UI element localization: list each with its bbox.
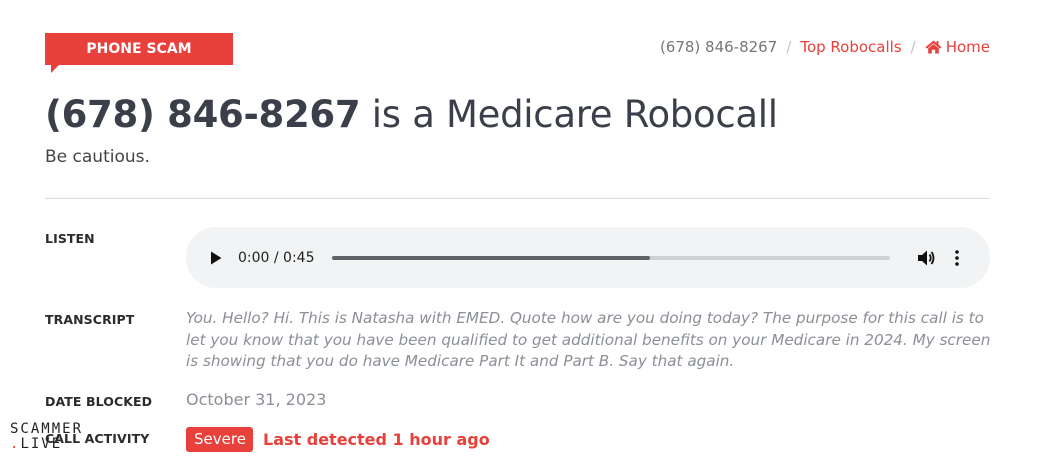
- listen-label: LISTEN: [45, 231, 95, 246]
- breadcrumb-home-label: Home: [945, 38, 990, 56]
- breadcrumb-top-robocalls-link[interactable]: Top Robocalls: [800, 38, 901, 56]
- page-title: (678) 846-8267 is a Medicare Robocall: [45, 93, 778, 136]
- page-title-rest: is a Medicare Robocall: [360, 93, 778, 136]
- audio-progress-fill: [331, 255, 650, 260]
- breadcrumb: (678) 846-8267 / Top Robocalls / Home: [660, 38, 990, 56]
- more-options-button[interactable]: [952, 248, 962, 268]
- volume-button[interactable]: [916, 248, 936, 268]
- page-subtitle: Be cautious.: [45, 147, 150, 167]
- volume-icon: [917, 250, 934, 265]
- logo-line-1: SCAMMER: [10, 421, 84, 437]
- audio-time: 0:00 / 0:45: [238, 249, 315, 266]
- home-icon: [925, 40, 942, 54]
- transcript-label: TRANSCRIPT: [45, 312, 135, 327]
- alert-label: PHONE SCAM ALERT!: [86, 41, 192, 89]
- more-vert-icon: [954, 249, 959, 266]
- audio-player[interactable]: 0:00 / 0:45: [186, 227, 990, 288]
- page-title-number: (678) 846-8267: [45, 93, 361, 136]
- logo-dot: .: [10, 436, 21, 452]
- audio-seek-bar[interactable]: [331, 255, 890, 260]
- transcript-text: You. Hello? Hi. This is Natasha with EME…: [186, 309, 991, 370]
- breadcrumb-home-link[interactable]: Home: [925, 38, 990, 56]
- date-blocked-value: October 31, 2023: [186, 390, 327, 409]
- scammer-live-logo: SCAMMER .LIVE: [10, 422, 83, 452]
- breadcrumb-separator: /: [786, 38, 792, 56]
- severity-badge: Severe: [186, 427, 253, 452]
- phone-scam-alert-badge: PHONE SCAM ALERT!: [45, 33, 233, 89]
- play-icon: [211, 251, 222, 264]
- divider: [45, 198, 990, 199]
- last-detected-text: Last detected 1 hour ago: [263, 430, 490, 449]
- breadcrumb-phone: (678) 846-8267: [659, 38, 778, 56]
- breadcrumb-separator: /: [910, 38, 916, 56]
- alert-flag-tail: [51, 65, 59, 73]
- logo-line-2: LIVE: [20, 436, 63, 452]
- play-button[interactable]: [210, 251, 224, 265]
- call-activity: Severe Last detected 1 hour ago: [186, 427, 490, 452]
- date-blocked-label: DATE BLOCKED: [45, 394, 153, 409]
